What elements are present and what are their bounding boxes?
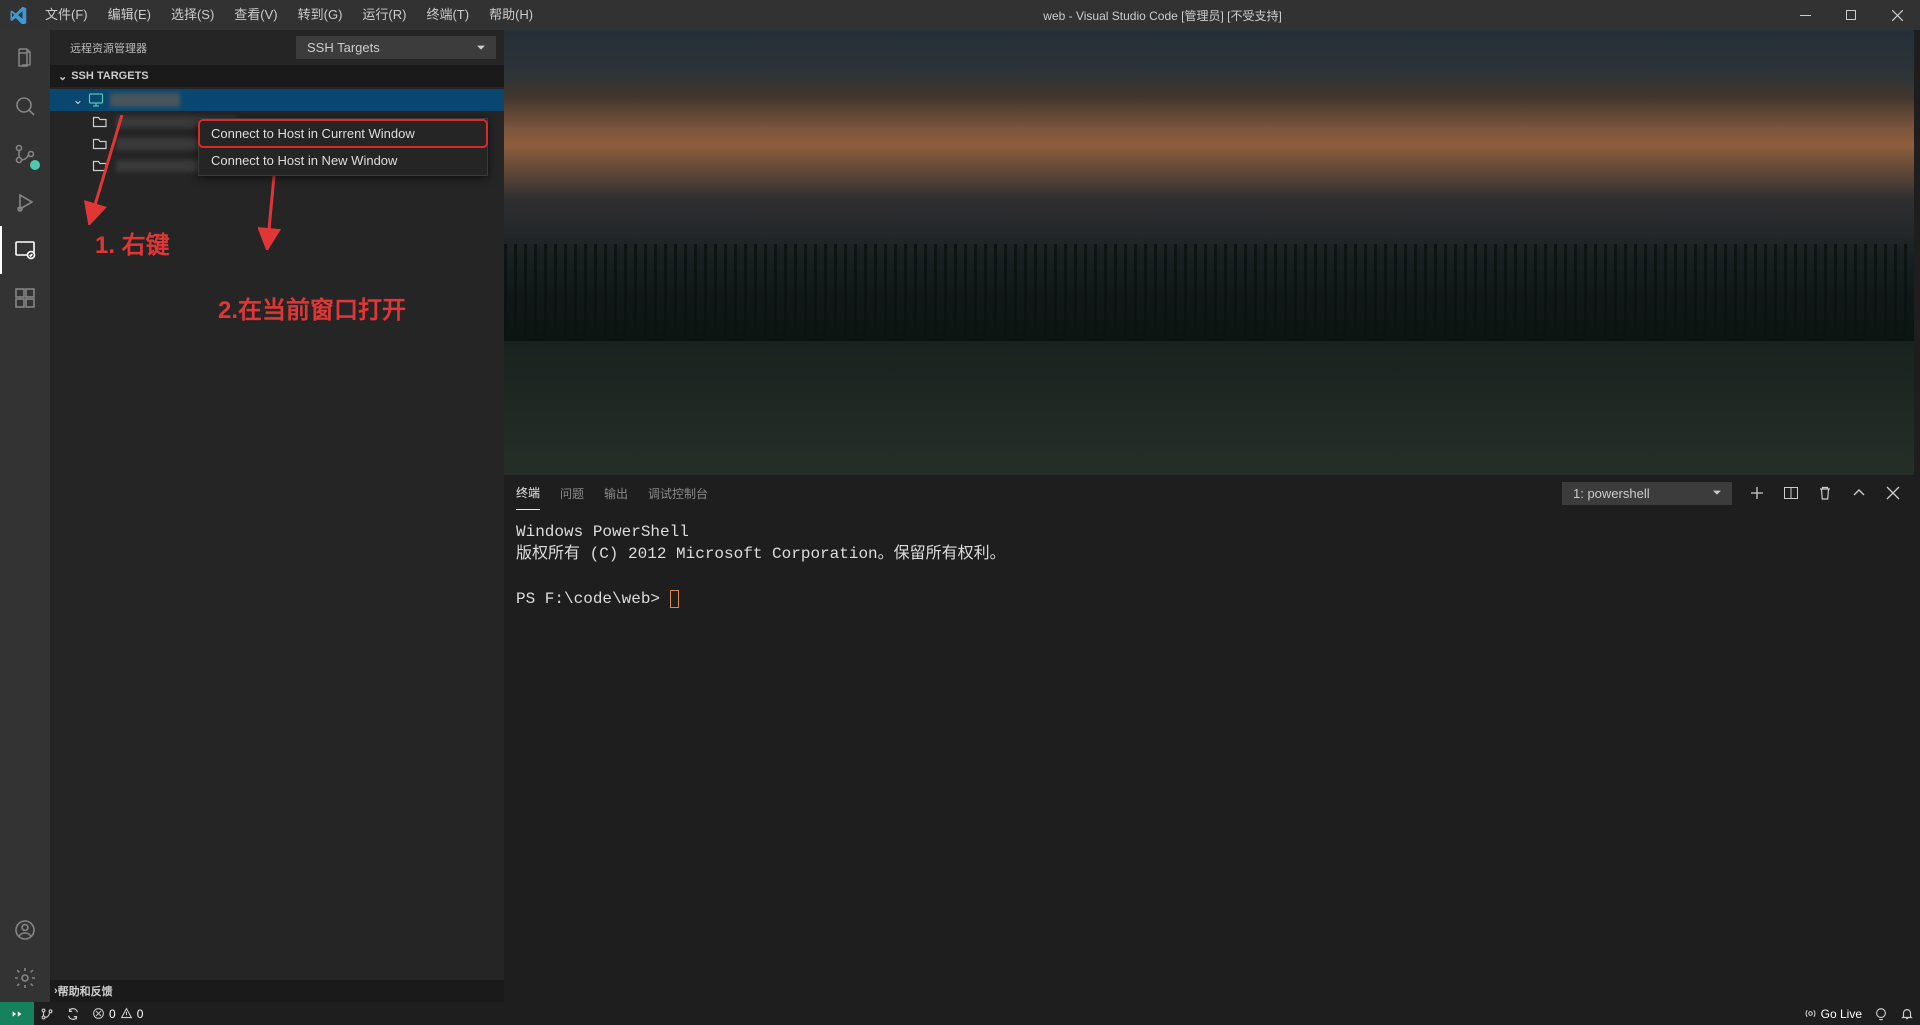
close-button[interactable] <box>1874 0 1920 30</box>
search-icon[interactable] <box>0 82 50 130</box>
status-problems[interactable]: 0 0 <box>86 1007 149 1021</box>
ctx-connect-new-window[interactable]: Connect to Host in New Window <box>199 147 487 174</box>
menu-view[interactable]: 查看(V) <box>224 0 287 30</box>
monitor-icon <box>86 92 106 108</box>
terminal-output[interactable]: Windows PowerShell 版权所有 (C) 2012 Microso… <box>504 511 1914 621</box>
footer-label: 帮助和反馈 <box>58 983 113 999</box>
status-warnings-count: 0 <box>137 1007 144 1021</box>
go-live-label: Go Live <box>1821 1007 1862 1021</box>
chevron-down-icon: ⌄ <box>70 92 86 108</box>
status-sync[interactable] <box>60 1007 86 1021</box>
new-terminal-icon[interactable] <box>1748 484 1766 502</box>
remote-explorer-icon[interactable] <box>0 226 50 274</box>
maximize-panel-icon[interactable] <box>1850 484 1868 502</box>
editor-area <box>504 30 1914 475</box>
activity-bar <box>0 30 50 1002</box>
source-control-icon[interactable] <box>0 130 50 178</box>
minimize-button[interactable] <box>1782 0 1828 30</box>
status-branch[interactable] <box>34 1007 60 1021</box>
ctx-connect-current-window[interactable]: Connect to Host in Current Window <box>199 120 487 147</box>
tab-terminal[interactable]: 终端 <box>516 476 540 510</box>
host-label-redacted <box>110 93 180 107</box>
chevron-down-icon: ⌄ <box>58 70 67 83</box>
menu-terminal[interactable]: 终端(T) <box>416 0 479 30</box>
remote-targets-dropdown[interactable]: SSH Targets <box>296 36 496 59</box>
panel: 终端 问题 输出 调试控制台 1: powershell Windows Pow… <box>504 475 1914 1002</box>
vscode-logo <box>0 6 35 24</box>
context-menu: Connect to Host in Current Window Connec… <box>198 118 488 176</box>
tab-debug-console[interactable]: 调试控制台 <box>648 477 708 510</box>
menu-run[interactable]: 运行(R) <box>352 0 416 30</box>
status-errors-count: 0 <box>109 1007 116 1021</box>
menu-selection[interactable]: 选择(S) <box>161 0 224 30</box>
settings-gear-icon[interactable] <box>0 954 50 1002</box>
status-feedback-icon[interactable] <box>1868 1007 1894 1021</box>
menu-file[interactable]: 文件(F) <box>35 0 98 30</box>
menu-edit[interactable]: 编辑(E) <box>98 0 161 30</box>
split-terminal-icon[interactable] <box>1782 484 1800 502</box>
section-label: SSH TARGETS <box>71 70 148 82</box>
status-bell-icon[interactable] <box>1894 1007 1920 1021</box>
cursor-icon <box>670 590 679 608</box>
terminal-prompt: PS F:\code\web> <box>516 590 660 608</box>
annotation-arrow-1 <box>82 115 132 225</box>
status-go-live[interactable]: Go Live <box>1798 1007 1868 1021</box>
help-feedback-section[interactable]: › 帮助和反馈 <box>50 980 504 1002</box>
sidebar-title: 远程资源管理器 <box>70 40 147 56</box>
tab-output[interactable]: 输出 <box>604 477 628 510</box>
terminal-selector[interactable]: 1: powershell <box>1562 482 1732 505</box>
menu-go[interactable]: 转到(G) <box>288 0 353 30</box>
menu-help[interactable]: 帮助(H) <box>479 0 543 30</box>
titlebar: 文件(F) 编辑(E) 选择(S) 查看(V) 转到(G) 运行(R) 终端(T… <box>0 0 1920 30</box>
window-title: web - Visual Studio Code [管理员] [不受支持] <box>543 7 1782 24</box>
scm-clock-badge-icon <box>28 158 42 172</box>
explorer-icon[interactable] <box>0 34 50 82</box>
remote-indicator[interactable] <box>0 1002 34 1025</box>
annotation-text-1: 1. 右键 <box>95 225 170 260</box>
editor-background-image <box>504 30 1914 475</box>
status-bar: 0 0 Go Live <box>0 1002 1920 1025</box>
tab-problems[interactable]: 问题 <box>560 477 584 510</box>
close-panel-icon[interactable] <box>1884 484 1902 502</box>
ssh-host-item[interactable]: ⌄ <box>50 89 504 111</box>
run-debug-icon[interactable] <box>0 178 50 226</box>
window-controls <box>1782 0 1920 30</box>
ssh-targets-section-header[interactable]: ⌄ SSH TARGETS <box>50 65 504 87</box>
panel-tabs: 终端 问题 输出 调试控制台 1: powershell <box>504 476 1914 511</box>
maximize-button[interactable] <box>1828 0 1874 30</box>
menu-bar: 文件(F) 编辑(E) 选择(S) 查看(V) 转到(G) 运行(R) 终端(T… <box>35 0 543 30</box>
sidebar-header: 远程资源管理器 SSH Targets <box>50 30 504 65</box>
annotation-text-2: 2.在当前窗口打开 <box>218 290 406 325</box>
terminal-line: 版权所有 (C) 2012 Microsoft Corporation。保留所有… <box>516 543 1902 565</box>
kill-terminal-icon[interactable] <box>1816 484 1834 502</box>
accounts-icon[interactable] <box>0 906 50 954</box>
terminal-prompt-line: PS F:\code\web> <box>516 588 1902 610</box>
terminal-line: Windows PowerShell <box>516 521 1902 543</box>
extensions-icon[interactable] <box>0 274 50 322</box>
